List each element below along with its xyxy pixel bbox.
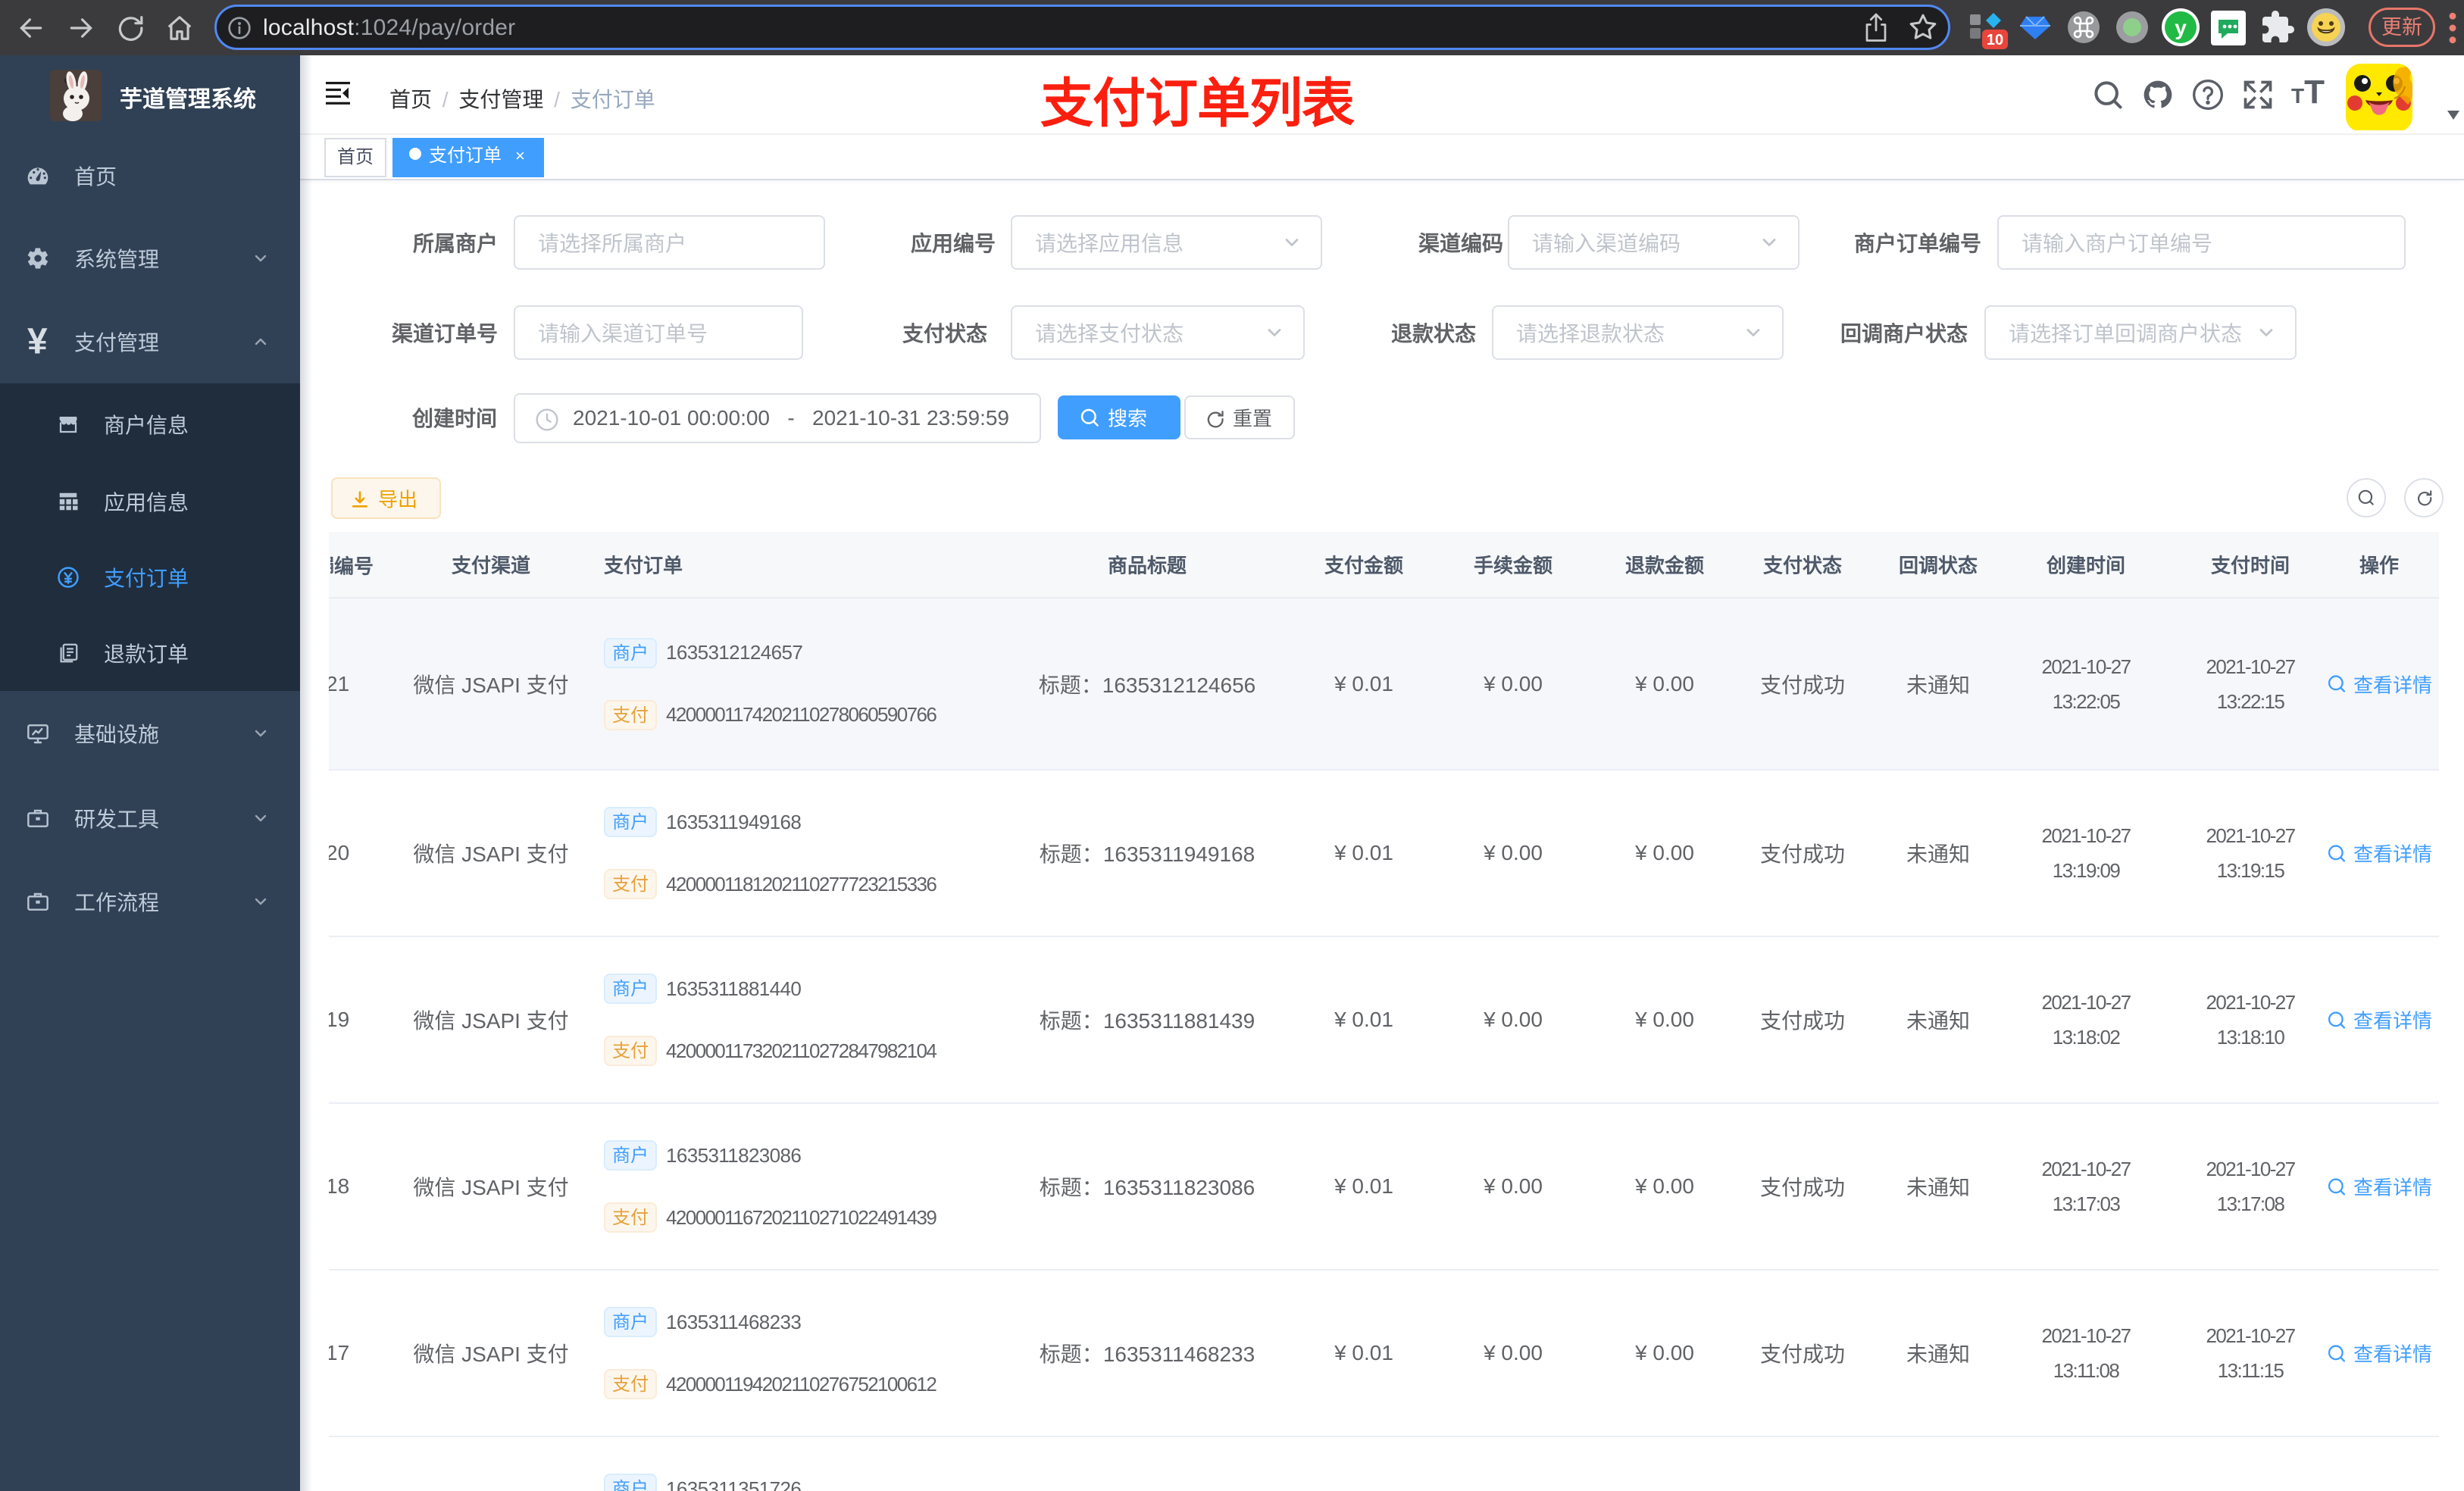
- svg-text:10: 10: [1987, 32, 2003, 48]
- svg-text:y: y: [2175, 16, 2187, 39]
